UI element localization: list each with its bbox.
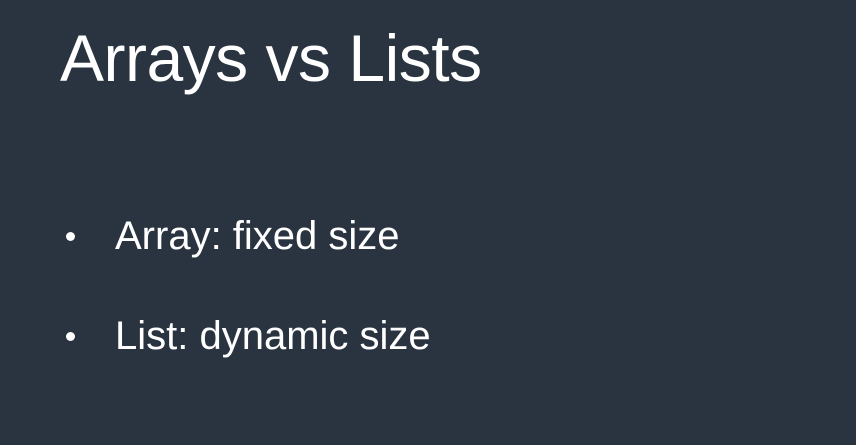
bullet-item-list: List: dynamic size bbox=[66, 310, 431, 362]
slide: Arrays vs Lists Array: fixed size List: … bbox=[0, 0, 856, 445]
slide-title: Arrays vs Lists bbox=[60, 21, 482, 95]
bullet-text: Array: fixed size bbox=[115, 213, 400, 258]
bullet-point-icon bbox=[66, 231, 75, 241]
bullet-list: Array: fixed size List: dynamic size bbox=[66, 210, 431, 410]
bullet-text: List: dynamic size bbox=[115, 313, 431, 358]
bullet-item-array: Array: fixed size bbox=[66, 210, 431, 262]
bullet-point-icon bbox=[66, 331, 75, 341]
